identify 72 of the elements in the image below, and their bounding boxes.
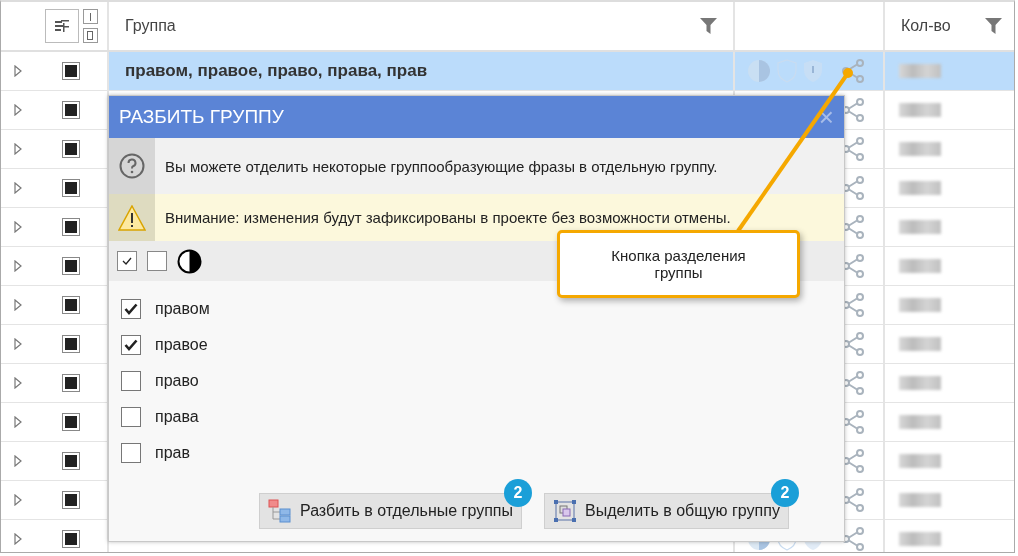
row-checkbox[interactable] — [62, 101, 80, 119]
filter-icon[interactable] — [700, 18, 717, 34]
blurred-count — [899, 220, 941, 234]
expand-icon[interactable] — [14, 455, 22, 467]
phrase-label: право — [155, 372, 199, 390]
count-badge: 2 — [503, 479, 532, 507]
warning-text: Внимание: изменения будут зафиксированы в проекте без возможности отмены. — [164, 209, 731, 226]
checkbox[interactable] — [121, 443, 141, 463]
check-icon — [122, 257, 132, 265]
callout: Кнопка разделения группы — [557, 230, 800, 298]
row-checkbox[interactable] — [62, 452, 80, 470]
blurred-count — [899, 454, 941, 468]
uncheck-all-button[interactable] — [147, 251, 167, 271]
group-toggle-button[interactable] — [44, 9, 79, 43]
phrase-label: правое — [155, 336, 208, 354]
phrase-label: правом — [155, 300, 210, 318]
blurred-count — [899, 376, 941, 390]
expand-button[interactable] — [82, 28, 98, 43]
blurred-count — [899, 298, 941, 312]
blurred-count — [899, 532, 941, 546]
group-icon — [54, 20, 69, 32]
expand-icon[interactable] — [14, 494, 22, 506]
selection-icon — [552, 499, 577, 523]
count-badge: 2 — [770, 479, 799, 507]
check-all-button[interactable] — [117, 251, 137, 271]
expand-icon[interactable] — [14, 299, 22, 311]
expand-icon[interactable] — [14, 416, 22, 428]
expand-icon[interactable] — [14, 377, 22, 389]
blurred-count — [899, 64, 941, 78]
tree-icon — [268, 499, 292, 523]
row-checkbox[interactable] — [62, 491, 80, 509]
row-checkbox[interactable] — [62, 530, 80, 548]
expand-icon[interactable] — [14, 221, 22, 233]
checkbox[interactable] — [121, 335, 141, 355]
expand-icon[interactable] — [14, 104, 22, 116]
row-checkbox[interactable] — [62, 179, 80, 197]
warning-icon — [118, 204, 146, 231]
row-checkbox[interactable] — [62, 335, 80, 353]
checkbox[interactable] — [121, 299, 141, 319]
checkbox[interactable] — [121, 371, 141, 391]
blurred-count — [899, 142, 941, 156]
phrase-label: права — [155, 408, 199, 426]
row-checkbox[interactable] — [62, 257, 80, 275]
help-icon — [119, 153, 145, 179]
expand-icon[interactable] — [14, 182, 22, 194]
checkbox[interactable] — [121, 407, 141, 427]
blurred-count — [899, 493, 941, 507]
row-checkbox[interactable] — [62, 62, 80, 80]
column-header: Кол-во — [901, 17, 951, 35]
row-checkbox[interactable] — [62, 296, 80, 314]
expand-icon[interactable] — [14, 260, 22, 272]
blurred-count — [899, 259, 941, 273]
column-header: Группа — [125, 17, 176, 35]
blurred-count — [899, 181, 941, 195]
expand-icon[interactable] — [14, 533, 22, 545]
row-checkbox[interactable] — [62, 218, 80, 236]
collapse-button[interactable] — [82, 9, 98, 24]
filter-icon[interactable] — [985, 18, 1002, 34]
expand-icon[interactable] — [14, 143, 22, 155]
expand-icon[interactable] — [14, 338, 22, 350]
phrase-label: прав — [155, 444, 190, 462]
row-checkbox[interactable] — [62, 140, 80, 158]
group-name: правом, правое, право, права, прав — [125, 61, 428, 81]
row-checkbox[interactable] — [62, 374, 80, 392]
info-text: Вы можете отделить некоторые группообразующие фразы в отдельную группу. — [164, 157, 718, 175]
blurred-count — [899, 415, 941, 429]
dialog-title: РАЗБИТЬ ГРУППУ — [119, 106, 284, 128]
blurred-count — [899, 337, 941, 351]
row-checkbox[interactable] — [62, 413, 80, 431]
invert-selection-icon[interactable] — [177, 248, 202, 274]
expand-icon[interactable] — [14, 65, 22, 77]
blurred-count — [899, 103, 941, 117]
